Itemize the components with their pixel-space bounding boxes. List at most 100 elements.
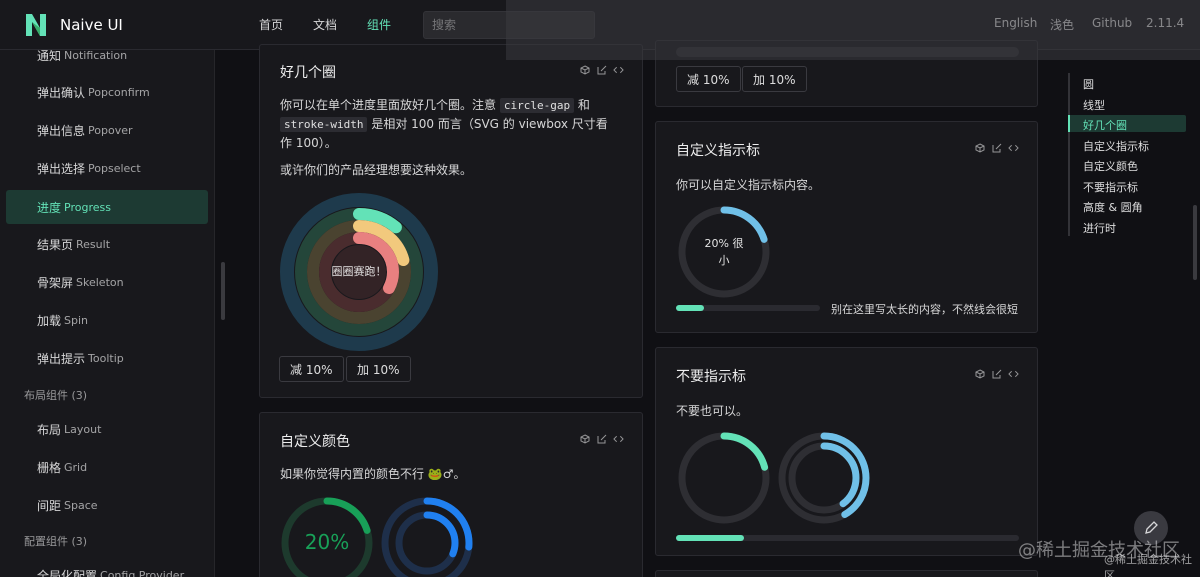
card-no-indicator: 不要指示标 不要也可以。 bbox=[655, 347, 1038, 556]
nav-home[interactable]: 首页 bbox=[259, 16, 283, 33]
minus-10-button[interactable]: 减 10% bbox=[279, 356, 344, 382]
sidebar-item-config-provider[interactable]: 全局化配置 Config Provider bbox=[6, 558, 208, 577]
card-toolbar bbox=[579, 64, 624, 75]
card-custom-color: 自定义颜色 如果你觉得内置的颜色不行 🐸♂。 20% bbox=[259, 412, 643, 577]
sidebar-item-result[interactable]: 结果页 Result bbox=[6, 227, 208, 261]
theme-switch[interactable]: 浅色 bbox=[1050, 16, 1074, 33]
sidebar-item-sublabel: Grid bbox=[64, 460, 88, 474]
anchor-multiple-circles[interactable]: 好几个圈 bbox=[1083, 117, 1127, 133]
sidebar-item-notification[interactable]: 通知 Notification bbox=[6, 50, 208, 72]
sidebar-item-space[interactable]: 间距 Space bbox=[6, 488, 208, 522]
sidebar-item-sublabel: Layout bbox=[64, 422, 102, 436]
code-icon[interactable] bbox=[1008, 368, 1019, 379]
sidebar-item-sublabel: Popconfirm bbox=[88, 85, 150, 99]
naive-logo-icon bbox=[26, 14, 46, 36]
sidebar-item-label: 弹出提示 bbox=[37, 351, 86, 366]
sidebar-item-sublabel: Config Provider bbox=[100, 568, 185, 577]
anchor-line[interactable]: 线型 bbox=[1083, 97, 1105, 113]
sidebar-item-sublabel: Skeleton bbox=[76, 275, 124, 289]
sidebar-item-popover[interactable]: 弹出信息 Popover bbox=[6, 113, 208, 147]
sidebar-item-sublabel: Spin bbox=[64, 313, 89, 327]
anchor-no-indicator[interactable]: 不要指示标 bbox=[1083, 179, 1138, 195]
multi-circle-center-text: 圈圈赛跑！ bbox=[331, 265, 387, 278]
edit-icon[interactable] bbox=[596, 64, 607, 75]
plus-10-button[interactable]: 加 10% bbox=[346, 356, 411, 382]
no-indicator-circle-1 bbox=[678, 432, 770, 524]
plus-10-button[interactable]: 加 10% bbox=[742, 66, 807, 92]
github-link[interactable]: Github bbox=[1092, 16, 1132, 30]
anchor-height-radius[interactable]: 高度 & 圆角 bbox=[1083, 199, 1143, 215]
cube-icon[interactable] bbox=[579, 433, 590, 444]
sidebar-item-popselect[interactable]: 弹出选择 Popselect bbox=[6, 151, 208, 185]
anchor-circle[interactable]: 圆 bbox=[1083, 76, 1094, 92]
code-icon[interactable] bbox=[613, 64, 624, 75]
sidebar-item-layout[interactable]: 布局 Layout bbox=[6, 412, 208, 446]
sidebar-item-label: 进度 bbox=[37, 200, 62, 215]
anchor-rail bbox=[1068, 73, 1070, 236]
sidebar-item-label: 间距 bbox=[37, 498, 62, 513]
card-toolbar bbox=[579, 433, 624, 444]
nav-docs[interactable]: 文档 bbox=[313, 16, 337, 33]
card-next-partial bbox=[655, 570, 1038, 577]
card-title: 好几个圈 bbox=[280, 65, 336, 81]
sidebar-item-label: 骨架屏 bbox=[37, 275, 74, 290]
no-indicator-line-track bbox=[676, 535, 1019, 541]
sidebar-item-sublabel: Notification bbox=[64, 50, 128, 62]
indicator-line-bar bbox=[676, 305, 704, 311]
card-description: 不要也可以。 bbox=[676, 404, 749, 418]
desc-text: 你可以在单个进度里面放好几个圈。注意 bbox=[280, 98, 497, 112]
version-badge[interactable]: 2.11.4 bbox=[1146, 16, 1184, 30]
sidebar-item-sublabel: Popover bbox=[88, 123, 133, 137]
sidebar-item-label: 弹出选择 bbox=[37, 161, 86, 176]
edit-icon[interactable] bbox=[596, 433, 607, 444]
sidebar-item-progress[interactable]: 进度 Progress bbox=[6, 190, 208, 224]
sidebar-item-sublabel: Space bbox=[64, 498, 98, 512]
indicator-text-line: 小 bbox=[718, 254, 730, 267]
sidebar-item-spin[interactable]: 加载 Spin bbox=[6, 303, 208, 337]
cube-icon[interactable] bbox=[974, 142, 985, 153]
sidebar-item-skeleton[interactable]: 骨架屏 Skeleton bbox=[6, 265, 208, 299]
card-title: 不要指示标 bbox=[676, 369, 746, 385]
no-indicator-line-bar bbox=[676, 535, 744, 541]
cube-icon[interactable] bbox=[579, 64, 590, 75]
card-title: 自定义颜色 bbox=[280, 434, 350, 450]
card-toolbar bbox=[974, 142, 1019, 153]
edit-icon[interactable] bbox=[991, 142, 1002, 153]
sidebar-item-popconfirm[interactable]: 弹出确认 Popconfirm bbox=[6, 75, 208, 109]
nav-components[interactable]: 组件 bbox=[367, 16, 391, 33]
code-icon[interactable] bbox=[1008, 142, 1019, 153]
sidebar-item-tooltip[interactable]: 弹出提示 Tooltip bbox=[6, 341, 208, 375]
sidebar-item-sublabel: Result bbox=[76, 237, 111, 251]
lang-switch[interactable]: English bbox=[994, 16, 1037, 30]
minus-10-button[interactable]: 减 10% bbox=[676, 66, 741, 92]
cube-icon[interactable] bbox=[974, 368, 985, 379]
sidebar-item-sublabel: Popselect bbox=[88, 161, 141, 175]
sidebar-item-grid[interactable]: 栅格 Grid bbox=[6, 450, 208, 484]
custom-color-value: 20% bbox=[304, 530, 350, 554]
code-icon[interactable] bbox=[613, 433, 624, 444]
indicator-text-line: 20% 很 bbox=[704, 237, 744, 250]
desc-text: 和 bbox=[577, 98, 590, 112]
anchor-custom-color[interactable]: 自定义颜色 bbox=[1083, 158, 1138, 174]
sidebar-item-sublabel: Progress bbox=[64, 200, 111, 214]
indicator-line-text: 别在这里写太长的内容，不然线会很短 bbox=[831, 303, 1018, 316]
sidebar-group-layout: 布局组件 (3) bbox=[24, 389, 88, 402]
card-description: 如果你觉得内置的颜色不行 🐸♂。 bbox=[280, 467, 466, 481]
page-scrollbar[interactable] bbox=[1193, 205, 1197, 280]
sidebar-item-label: 通知 bbox=[37, 50, 62, 63]
edit-icon[interactable] bbox=[991, 368, 1002, 379]
card-description: 你可以在单个进度里面放好几个圈。注意 circle-gap 和 stroke-w… bbox=[280, 96, 610, 152]
sidebar-scrollbar[interactable] bbox=[221, 262, 225, 320]
logo[interactable]: Naive UI bbox=[24, 12, 123, 38]
card-description-2: 或许你们的产品经理想要这种效果。 bbox=[280, 163, 473, 177]
search-input[interactable] bbox=[423, 11, 595, 39]
sidebar-item-label: 弹出信息 bbox=[37, 123, 86, 138]
indicator-circle-text: 20% 很 小 bbox=[676, 235, 772, 269]
card-line-partial: 减 10% 加 10% bbox=[655, 40, 1038, 107]
custom-color-circle-blue bbox=[381, 497, 473, 577]
card-toolbar bbox=[974, 368, 1019, 379]
pen-icon bbox=[1145, 521, 1158, 534]
logo-text: Naive UI bbox=[60, 16, 123, 34]
anchor-custom-indicator[interactable]: 自定义指示标 bbox=[1083, 138, 1149, 154]
anchor-processing[interactable]: 进行时 bbox=[1083, 220, 1116, 236]
